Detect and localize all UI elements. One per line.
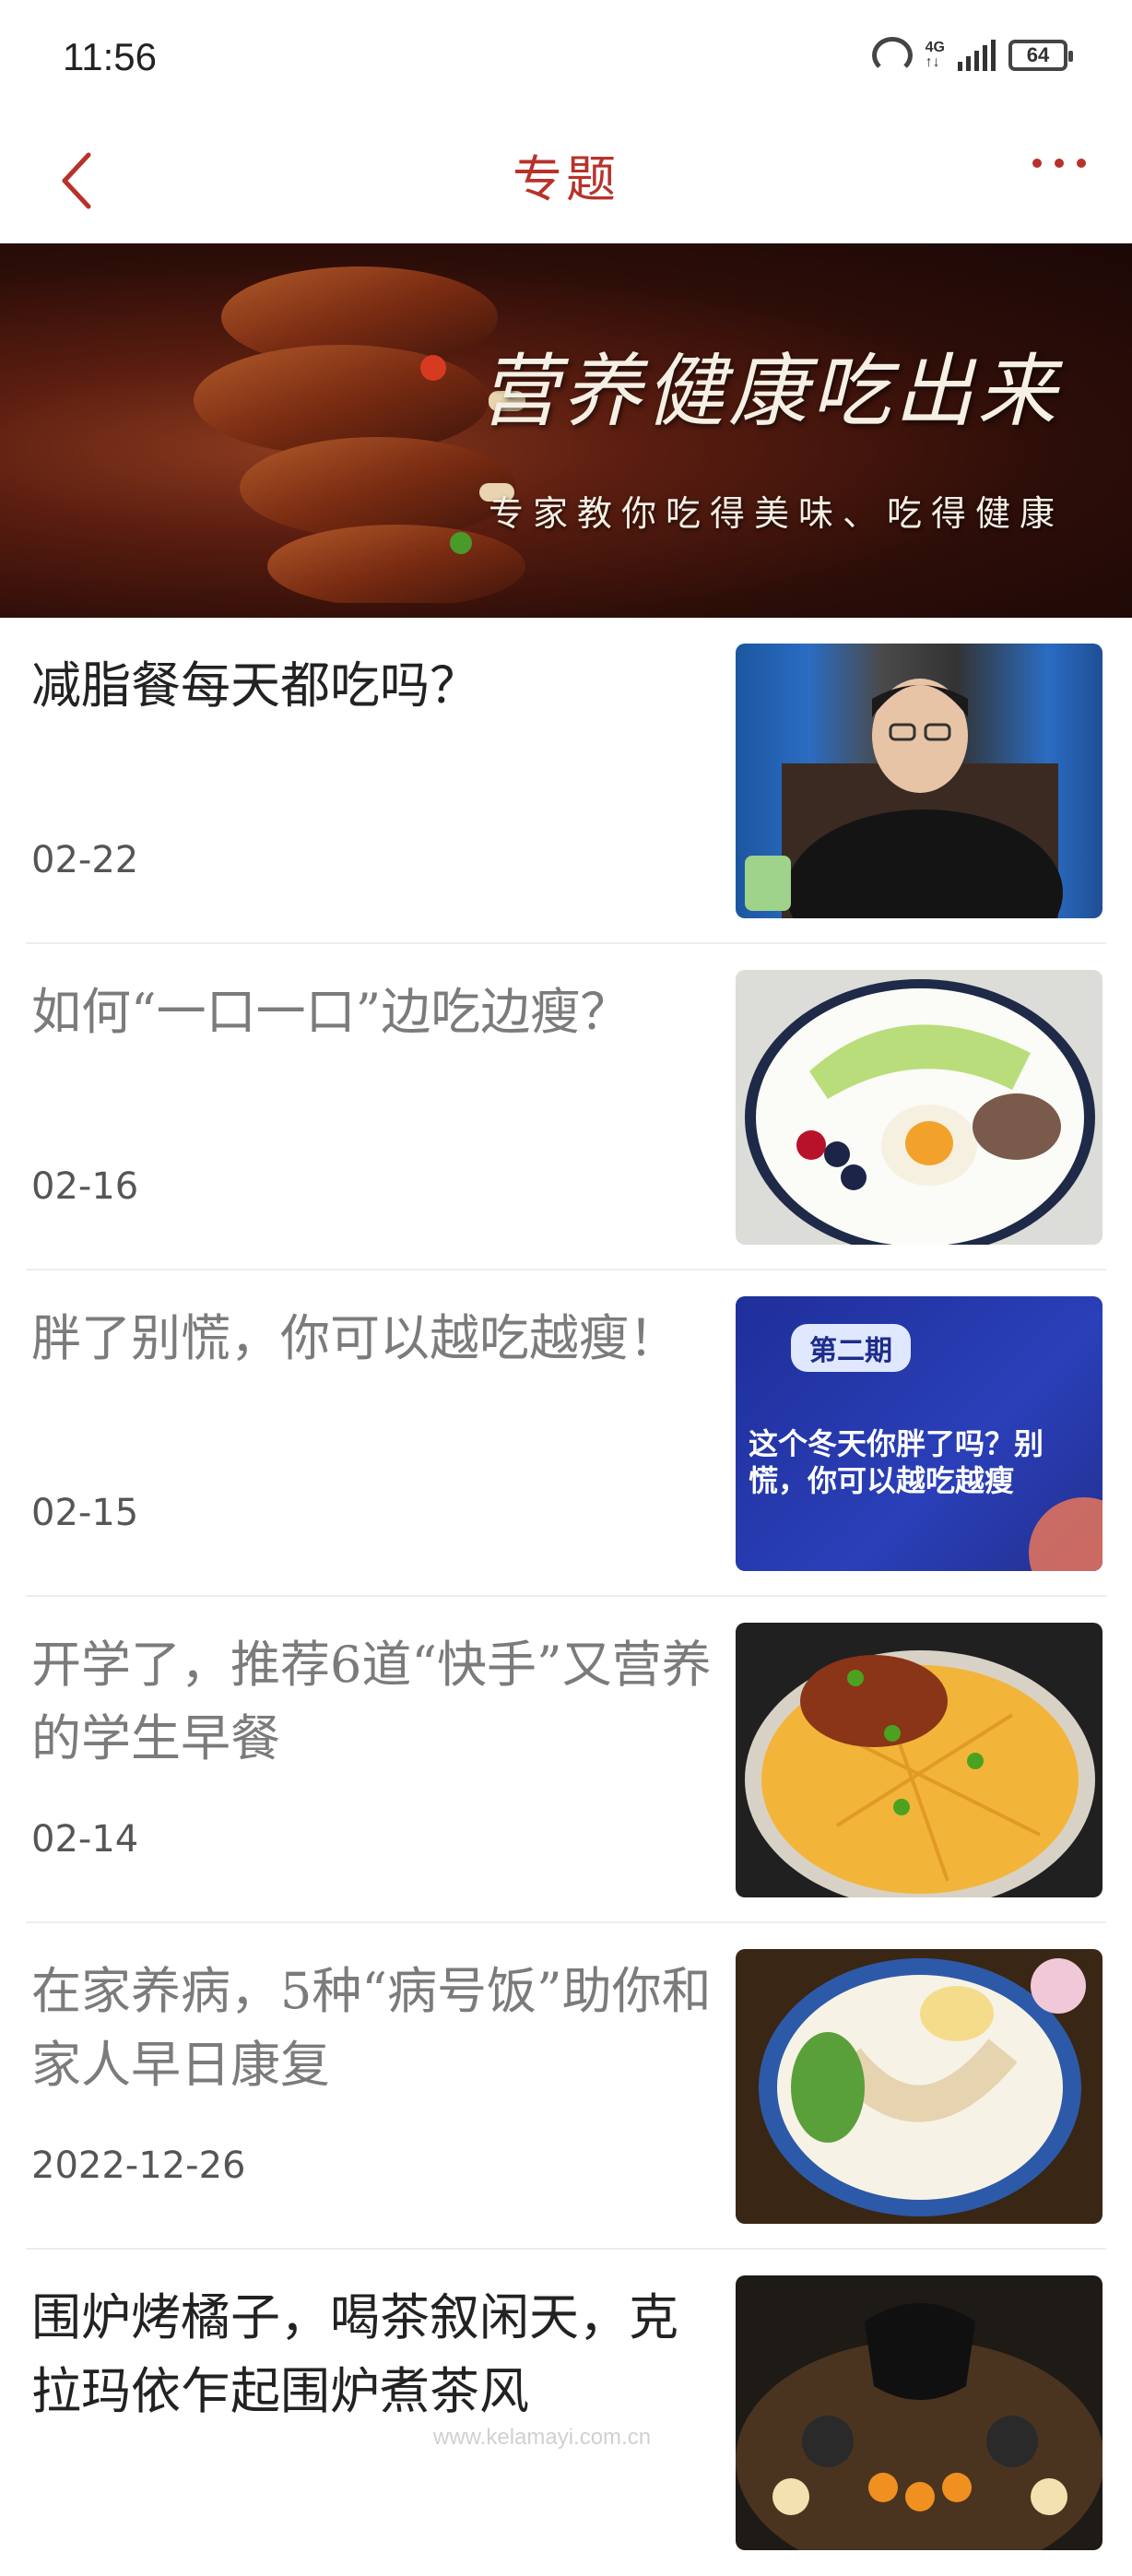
episode-badge: 第二期 (791, 1324, 911, 1372)
network-label: 4G (925, 40, 945, 55)
article-date: 02-15 (31, 1492, 139, 1534)
watermark: www.kelamayi.com.cn (433, 2425, 652, 2450)
article-date: 02-22 (31, 839, 139, 881)
article-title: 如何“一口一口”边吃边瘦？ (31, 983, 631, 1041)
article-list: 减脂餐每天都吃吗？ 02-22 如何“一口一口”边吃边瘦？ 02-16 胖了别慌… (0, 618, 1132, 2576)
list-item[interactable]: 开学了，推荐6道“快手”又营养的学生早餐 02-14 (26, 1597, 1106, 1923)
list-item[interactable]: 围炉烤橘子，喝茶叙闲天，克拉玛依乍起围炉煮茶风 (26, 2250, 1106, 2576)
list-item[interactable]: 在家养病，5种“病号饭”助你和家人早日康复 2022-12-26 (26, 1923, 1106, 2250)
article-thumbnail: 第二期 这个冬天你胖了吗？别慌，你可以越吃越瘦 (736, 1296, 1103, 1571)
hotspot-icon (871, 37, 913, 74)
battery-icon: 64 (1008, 40, 1073, 71)
article-title: 围炉烤橘子，喝茶叙闲天，克拉玛依乍起围炉煮茶风 (31, 2288, 678, 2420)
article-thumbnail (736, 2275, 1103, 2550)
page-title: 专题 (513, 150, 619, 208)
more-dots-icon[interactable] (1032, 159, 1086, 168)
signal-icon (958, 40, 996, 71)
article-title: 减脂餐每天都吃吗？ (31, 656, 479, 715)
banner-subtitle: 专家教你吃得美味、吃得健康 (489, 493, 1065, 534)
list-item[interactable]: 减脂餐每天都吃吗？ 02-22 (26, 618, 1106, 944)
network-type: 4G ↑↓ (926, 41, 945, 70)
network-arrows: ↑↓ (925, 54, 940, 70)
article-date: 02-16 (31, 1165, 139, 1208)
banner-title: 营养健康吃出来 (479, 346, 1060, 438)
status-icons: 4G ↑↓ 64 (871, 37, 1073, 74)
article-title: 开学了，推荐6道“快手”又营养的学生早餐 (31, 1636, 712, 1767)
article-title: 胖了别慌，你可以越吃越瘦！ (31, 1309, 678, 1367)
status-time: 11:56 (63, 35, 157, 78)
article-thumbnail (736, 1623, 1103, 1897)
article-date: 2022-12-26 (31, 2145, 246, 2187)
status-bar: 11:56 4G ↑↓ 64 (0, 0, 1132, 111)
list-item[interactable]: 胖了别慌，你可以越吃越瘦！ 02-15 第二期 这个冬天你胖了吗？别慌，你可以越… (26, 1270, 1106, 1597)
article-thumbnail (736, 1949, 1103, 2224)
list-item[interactable]: 如何“一口一口”边吃边瘦？ 02-16 (26, 944, 1106, 1270)
article-thumbnail (736, 644, 1103, 918)
nav-bar: 专题 (0, 111, 1132, 240)
article-thumbnail (736, 970, 1103, 1245)
article-title: 在家养病，5种“病号饭”助你和家人早日康复 (31, 1962, 712, 2094)
article-date: 02-14 (31, 1818, 139, 1861)
topic-banner[interactable]: 营养健康吃出来 专家教你吃得美味、吃得健康 (0, 243, 1132, 618)
